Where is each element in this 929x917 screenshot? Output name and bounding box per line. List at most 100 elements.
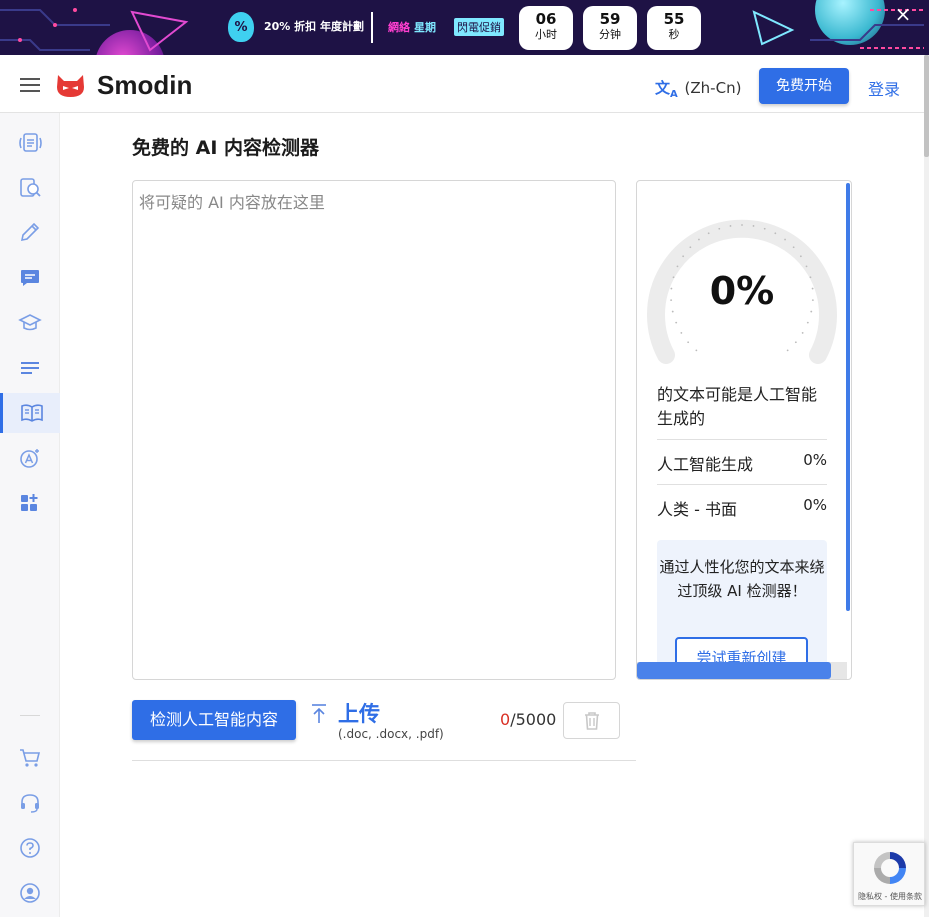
gauge-tick [786, 349, 789, 352]
brand-name[interactable]: Smodin [97, 70, 192, 101]
sidebar-item-rewriter[interactable] [0, 123, 60, 163]
panel-horizontal-scrollbar[interactable] [637, 662, 831, 679]
human-written-value: 0% [803, 496, 827, 514]
chat-icon [21, 270, 39, 286]
recaptcha-badge[interactable]: 隐私权 - 使用条款 [853, 842, 925, 906]
sidebar-item-chat[interactable] [0, 258, 60, 298]
sidebar-item-summarizer[interactable] [0, 348, 60, 388]
gauge-tick [801, 332, 804, 334]
close-banner-icon[interactable]: × [893, 4, 913, 24]
humanize-promo-card: 通过人性化您的文本来绕过顶级 AI 检测器！ 尝试重新创建 [657, 540, 827, 679]
countdown-hours-unit: 小时 [535, 28, 557, 41]
ai-generated-row: 人工智能生成 0% [657, 439, 827, 484]
sidebar-item-plagiarism[interactable] [0, 168, 60, 208]
gauge-tick [763, 227, 766, 230]
user-circle-icon [20, 883, 40, 903]
recaptcha-icon [874, 852, 906, 884]
sidebar-divider [20, 715, 40, 716]
upload-button[interactable]: 上传 [338, 698, 380, 728]
countdown-seconds: 55 秒 [647, 6, 701, 50]
sidebar-item-grader[interactable] [0, 438, 60, 478]
countdown-minutes-unit: 分钟 [599, 28, 621, 41]
clear-text-button[interactable] [563, 702, 620, 739]
sidebar-item-more[interactable] [0, 483, 60, 523]
page-scrollbar-thumb[interactable] [924, 55, 929, 157]
sidebar-item-account[interactable] [0, 873, 60, 913]
countdown-minutes: 59 分钟 [583, 6, 637, 50]
gauge-tick [752, 225, 755, 227]
main-divider [132, 760, 636, 761]
result-panel: 0% 的文本可能是人工智能生成的 人工智能生成 0% 人类 - 书面 0% 通过… [636, 180, 852, 680]
sidebar-item-homework[interactable] [0, 303, 60, 343]
gauge-tick [741, 224, 743, 226]
promo-offer-text: 20% 折扣 年度計劃 [264, 20, 364, 33]
sidebar-item-help[interactable] [0, 828, 60, 868]
page-title: 免费的 AI 内容检测器 [132, 137, 320, 159]
gauge-tick [799, 255, 802, 258]
countdown-hours-value: 06 [535, 10, 557, 28]
cart-icon [20, 749, 41, 767]
promo-decoration-triangle-left [130, 10, 189, 52]
sidebar-item-support[interactable] [0, 783, 60, 823]
apps-add-icon [21, 494, 38, 511]
language-label: (Zh-Cn) [684, 79, 742, 97]
promo-flash-badge: 閃電促銷 [454, 18, 504, 36]
character-count-max: /5000 [510, 710, 557, 729]
ai-score-percent: 0% [709, 269, 775, 313]
grade-a-icon [20, 449, 39, 468]
gauge-tick [675, 321, 678, 324]
panel-vertical-scrollbar[interactable] [846, 183, 850, 611]
gauge-tick [698, 238, 700, 241]
upload-icon[interactable] [309, 703, 329, 725]
upload-file-types: (.doc, .docx, .pdf) [338, 727, 444, 741]
human-written-row: 人类 - 书面 0% [657, 484, 827, 529]
gauge-tick [805, 265, 808, 268]
gauge-tick [729, 225, 732, 227]
ai-generated-label: 人工智能生成 [657, 455, 754, 474]
human-written-label: 人类 - 书面 [657, 500, 737, 519]
promo-separator [371, 12, 373, 43]
gauge-tick [718, 227, 721, 230]
gauge-tick [680, 332, 683, 334]
top-header: Smodin 文A (Zh-Cn) 免费开始 登录 [0, 55, 924, 113]
discount-fire-icon: % [228, 12, 254, 42]
book-icon [20, 404, 43, 422]
language-selector[interactable]: 文A (Zh-Cn) [655, 77, 741, 100]
documents-icon [19, 133, 42, 152]
character-count-current: 0 [500, 710, 511, 729]
recaptcha-terms[interactable]: 隐私权 - 使用条款 [854, 891, 926, 902]
login-link[interactable]: 登录 [868, 76, 900, 100]
free-start-button[interactable]: 免费开始 [759, 68, 849, 104]
graduation-cap-icon [18, 314, 42, 331]
page-scrollbar[interactable] [924, 55, 929, 917]
gauge-tick [687, 341, 690, 344]
pencil-icon [20, 222, 40, 242]
lines-icon [21, 362, 39, 374]
gauge-tick [784, 238, 786, 241]
search-doc-icon [20, 178, 41, 197]
promo-week-text: 星期 [414, 21, 436, 34]
countdown-seconds-unit: 秒 [668, 28, 680, 41]
gauge-tick [806, 321, 809, 324]
menu-icon[interactable] [20, 78, 40, 92]
gauge-tick [689, 246, 692, 249]
sidebar-item-ai-detector[interactable] [0, 393, 60, 433]
character-counter: 0/5000 [500, 710, 556, 729]
headset-icon [21, 794, 39, 813]
countdown-minutes-value: 59 [599, 10, 621, 28]
content-input[interactable] [132, 180, 616, 680]
promo-decoration-triangle-right [752, 10, 795, 46]
gauge-tick [774, 232, 777, 235]
sidebar-item-writer[interactable] [0, 213, 60, 253]
gauge-tick [792, 246, 795, 249]
sidebar-item-cart[interactable] [0, 738, 60, 778]
help-icon [20, 838, 40, 858]
countdown-seconds-value: 55 [663, 10, 685, 28]
promo-banner[interactable]: % 20% 折扣 年度計劃 網絡 星期 閃電促銷 06 小时 59 分钟 55 … [0, 0, 929, 55]
promo-decoration-circuit-left [0, 8, 110, 51]
humanize-promo-text: 通过人性化您的文本来绕过顶级 AI 检测器！ [659, 558, 825, 600]
smodin-logo-icon [57, 75, 84, 97]
gauge-tick [695, 349, 698, 352]
detect-ai-button[interactable]: 检测人工智能内容 [132, 700, 296, 740]
gauge-tick [707, 232, 710, 235]
